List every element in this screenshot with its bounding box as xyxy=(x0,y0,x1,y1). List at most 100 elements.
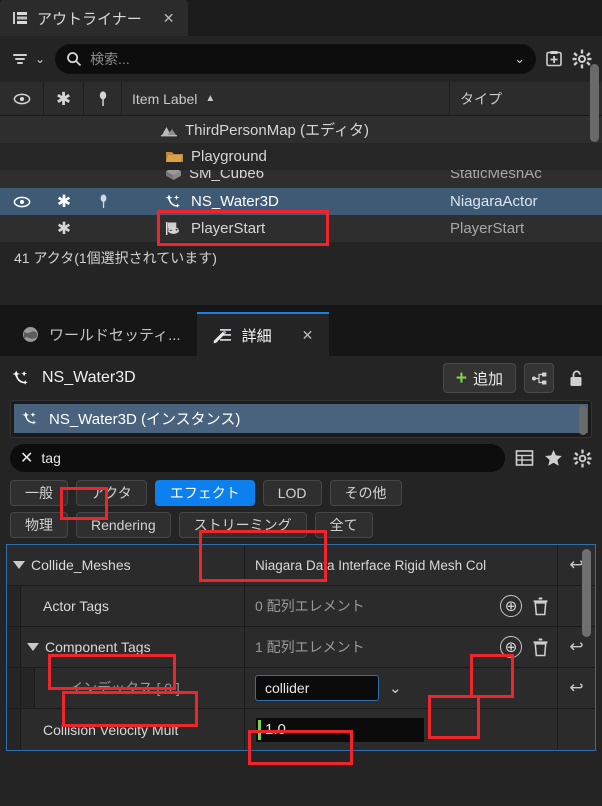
trash-icon[interactable] xyxy=(532,638,549,657)
revert-button[interactable]: ↩ xyxy=(557,668,595,708)
add-array-element-button[interactable]: ⊕ xyxy=(500,636,522,658)
outliner-rows: ThirdPersonMap (エディタ) Playground SM_Cube… xyxy=(0,64,602,242)
list-item-label: NS_Water3D xyxy=(191,193,279,210)
list-item[interactable]: Playground xyxy=(0,143,602,170)
filter-chip-effect[interactable]: エフェクト xyxy=(154,480,255,506)
tag-text-input[interactable]: collider xyxy=(255,675,379,701)
add-component-button[interactable]: + 追加 xyxy=(442,363,516,393)
filter-chip-general[interactable]: 一般 xyxy=(10,480,68,506)
property-name-cell: Collide_Meshes xyxy=(7,545,245,585)
new-folder-icon[interactable] xyxy=(544,50,564,68)
close-icon[interactable]: ✕ xyxy=(163,10,175,27)
pin-icon xyxy=(98,194,109,209)
level-icon xyxy=(160,123,178,137)
row-pin-toggle[interactable] xyxy=(84,143,122,170)
row-pin-toggle[interactable] xyxy=(84,170,122,188)
property-table-scrollbar[interactable] xyxy=(582,549,591,637)
chevron-down-icon[interactable]: ⌄ xyxy=(514,51,525,67)
list-item-instance[interactable]: NS_Water3D (インスタンス) xyxy=(14,404,588,433)
filter-chip-misc[interactable]: その他 xyxy=(329,480,402,506)
eye-icon xyxy=(13,92,31,106)
niagara-icon xyxy=(165,194,184,210)
instance-list: NS_Water3D (インスタンス) xyxy=(10,400,592,438)
chevron-down-icon: ⌄ xyxy=(35,52,46,66)
add-array-element-button[interactable]: ⊕ xyxy=(500,595,522,617)
filter-chip-streaming[interactable]: ストリーミング xyxy=(178,512,307,538)
sort-ascending-icon: ▲ xyxy=(205,93,216,104)
outliner-tabstrip: アウトライナー ✕ xyxy=(0,0,602,36)
row-visibility-toggle[interactable] xyxy=(0,116,44,143)
outliner-status-bar: 41 アクタ(1個選択されています) xyxy=(0,242,602,274)
filter-chip-physics[interactable]: 物理 xyxy=(10,512,68,538)
property-name: Collision Velocity Mult xyxy=(43,721,179,738)
gear-icon[interactable] xyxy=(572,49,592,69)
table-row-collision-velocity-mult[interactable]: Collision Velocity Mult 1.0 xyxy=(7,709,595,750)
gear-icon[interactable] xyxy=(573,449,592,468)
unlock-icon[interactable] xyxy=(562,369,590,388)
column-modified[interactable]: ✱ xyxy=(44,82,84,115)
tab-outliner[interactable]: アウトライナー ✕ xyxy=(0,0,189,36)
tab-world-settings[interactable]: ワールドセッティ... xyxy=(6,312,197,356)
search-input[interactable]: 検索... ⌄ xyxy=(55,44,536,74)
row-modified-marker: ✱ xyxy=(44,215,84,242)
table-row-collide-meshes[interactable]: Collide_Meshes Niagara Data Interface Ri… xyxy=(7,545,595,586)
row-modified-marker xyxy=(44,170,84,188)
property-value-cell: 1 配列エレメント ⊕ xyxy=(245,627,557,667)
row-modified-marker xyxy=(44,143,84,170)
asterisk-icon: ✱ xyxy=(56,219,72,238)
table-row-actor-tags[interactable]: Actor Tags 0 配列エレメント ⊕ xyxy=(7,586,595,627)
chevron-down-icon[interactable]: ⌄ xyxy=(389,679,402,697)
row-visibility-toggle[interactable] xyxy=(0,188,44,215)
property-value: 0 配列エレメント xyxy=(255,598,365,614)
filter-chip-lod[interactable]: LOD xyxy=(262,480,322,506)
table-row-index-0[interactable]: インデックス [ 0 ] collider ⌄ ↩ xyxy=(7,668,595,709)
column-item-label-text: Item Label xyxy=(132,90,198,107)
expander-triangle-icon[interactable] xyxy=(27,643,39,651)
indent-guide xyxy=(7,627,21,667)
filter-chip-actor[interactable]: アクタ xyxy=(76,480,147,506)
list-item-label: SM_Cube6 xyxy=(189,170,265,182)
filter-chip-rendering[interactable]: Rendering xyxy=(76,512,171,538)
row-visibility-toggle[interactable] xyxy=(0,170,44,188)
details-search-input[interactable]: ✕ tag xyxy=(10,444,505,472)
row-pin-toggle[interactable] xyxy=(84,215,122,242)
property-value-cell: Niagara Data Interface Rigid Mesh Col xyxy=(245,545,557,585)
close-icon[interactable]: ✕ xyxy=(302,327,314,344)
column-pin[interactable] xyxy=(84,82,122,115)
column-item-label[interactable]: Item Label ▲ xyxy=(122,82,450,115)
filter-chip-all[interactable]: 全て xyxy=(314,512,373,538)
list-item[interactable]: ThirdPersonMap (エディタ) xyxy=(0,116,602,143)
hierarchy-button[interactable] xyxy=(524,363,554,393)
row-pin-toggle[interactable] xyxy=(84,116,122,143)
tab-world-settings-label: ワールドセッティ... xyxy=(49,326,181,344)
column-type-text: タイプ xyxy=(460,90,502,107)
list-item-label: ThirdPersonMap (エディタ) xyxy=(185,122,369,139)
clear-search-icon[interactable]: ✕ xyxy=(20,448,33,468)
trash-icon[interactable] xyxy=(532,597,549,616)
table-row-component-tags[interactable]: Component Tags 1 配列エレメント ⊕ ↩ xyxy=(7,627,595,668)
favorite-star-icon[interactable] xyxy=(544,449,563,467)
collision-velocity-input[interactable]: 1.0 xyxy=(255,716,425,743)
outliner-scrollbar[interactable] xyxy=(590,64,599,142)
column-type[interactable]: タイプ xyxy=(450,82,602,115)
search-icon xyxy=(66,51,82,67)
list-item[interactable]: SM_Cube6 StaticMeshAc xyxy=(0,170,602,188)
instance-scrollbar[interactable] xyxy=(579,405,587,435)
expander-triangle-icon[interactable] xyxy=(13,561,25,569)
list-item-label-wrap: NS_Water3D xyxy=(122,193,450,210)
row-visibility-toggle[interactable] xyxy=(0,143,44,170)
property-table: Collide_Meshes Niagara Data Interface Ri… xyxy=(6,544,596,751)
row-visibility-toggle[interactable] xyxy=(0,215,44,242)
column-visibility[interactable] xyxy=(0,82,44,115)
asterisk-icon: ✱ xyxy=(56,192,72,211)
row-pin-toggle[interactable] xyxy=(84,188,122,215)
tab-details[interactable]: 詳細 ✕ xyxy=(196,312,330,356)
list-item-label: Playground xyxy=(191,148,267,165)
list-item[interactable]: ✱ PlayerStart PlayerStart xyxy=(0,215,602,242)
table-view-icon[interactable] xyxy=(515,449,534,467)
list-item-ns-water3d[interactable]: ✱ NS_Water3D NiagaraActor xyxy=(0,188,602,215)
search-placeholder: 検索... xyxy=(90,51,130,67)
filter-button[interactable]: ⌄ xyxy=(10,49,47,69)
outliner-icon xyxy=(12,10,28,26)
eye-icon[interactable] xyxy=(13,195,31,209)
